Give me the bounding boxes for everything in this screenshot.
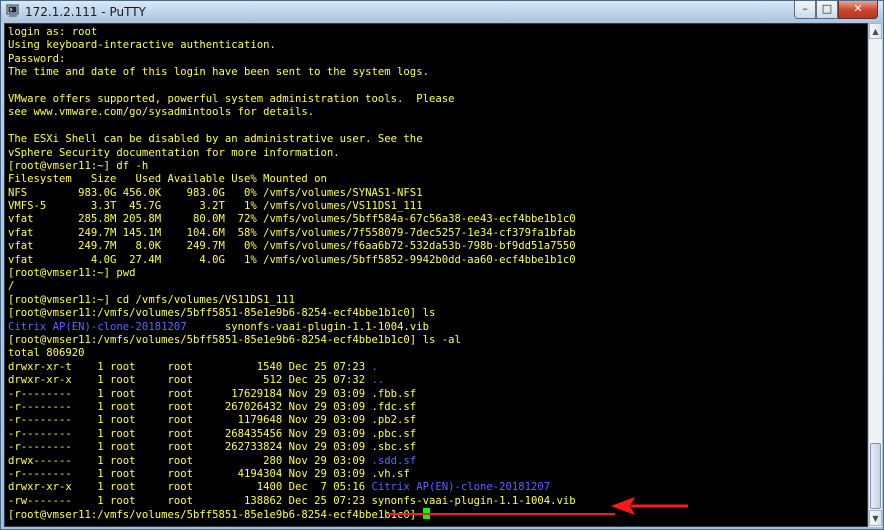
terminal-line: [root@vmser11:~] df -h <box>8 160 576 173</box>
terminal-line-text: VMware offers supported, powerful system… <box>8 92 455 105</box>
terminal-line: The ESXi Shell can be disabled by an adm… <box>8 133 576 146</box>
terminal-line: drwxr-xr-x 1 root root 1400 Dec 7 05:16 … <box>8 481 576 494</box>
title-bar[interactable]: 172.1.2.111 - PuTTY – □ ✕ <box>1 1 883 23</box>
terminal-line-text: Password: <box>8 52 66 65</box>
terminal-line-text: -rw------- 1 root root 138862 Dec 25 07:… <box>8 494 576 507</box>
terminal-line-text: -r-------- 1 root root 262733824 Nov 29 … <box>8 441 417 454</box>
terminal-line-text: VMFS-5 3.3T 45.7G 3.2T 1% /vmfs/volumes/… <box>8 200 423 213</box>
terminal-line-text: NFS 983.0G 456.0K 983.0G 0% /vmfs/volume… <box>8 186 423 199</box>
terminal-line: drwxr-xr-t 1 root root 1540 Dec 25 07:23… <box>8 361 576 374</box>
terminal-line-text: Using keyboard-interactive authenticatio… <box>8 39 276 52</box>
maximize-button[interactable]: □ <box>816 1 838 19</box>
terminal-line: vfat 249.7M 8.0K 249.7M 0% /vmfs/volumes… <box>8 240 576 253</box>
terminal-line-text: drwx------ 1 root root 280 Nov 29 03:09 <box>8 454 372 467</box>
terminal-line-text: vSphere Security documentation for more … <box>8 146 340 159</box>
terminal-line-text: [root@vmser11:~] df -h <box>8 159 149 172</box>
terminal-line-text: vfat 249.7M 145.1M 104.6M 58% /vmfs/volu… <box>8 226 576 239</box>
terminal-line: total 806920 <box>8 347 576 360</box>
terminal-line: / <box>8 280 576 293</box>
vertical-scrollbar[interactable]: ▲ ▼ <box>868 23 882 527</box>
terminal-line: -r-------- 1 root root 4194304 Nov 29 03… <box>8 468 576 481</box>
window-title: 172.1.2.111 - PuTTY <box>25 5 146 19</box>
terminal-line-text: [root@vmser11:/vmfs/volumes/5bff5851-85e… <box>8 509 423 522</box>
terminal-line: -r-------- 1 root root 262733824 Nov 29 … <box>8 441 576 454</box>
terminal-line: see www.vmware.com/go/sysadmintools for … <box>8 106 576 119</box>
terminal-line: [root@vmser11:/vmfs/volumes/5bff5851-85e… <box>8 307 576 320</box>
red-arrow-annotation <box>611 497 688 515</box>
terminal-line-text: drwxr-xr-x 1 root root 512 Dec 25 07:32 <box>8 374 372 387</box>
terminal-line: The time and date of this login have bee… <box>8 66 576 79</box>
terminal-line: VMFS-5 3.3T 45.7G 3.2T 1% /vmfs/volumes/… <box>8 200 576 213</box>
terminal-line-text: -r-------- 1 root root 17629184 Nov 29 0… <box>8 387 417 400</box>
terminal-line-text: The ESXi Shell can be disabled by an adm… <box>8 133 423 146</box>
terminal-line: -r-------- 1 root root 1179648 Nov 29 03… <box>8 414 576 427</box>
terminal-line: -r-------- 1 root root 268435456 Nov 29 … <box>8 428 576 441</box>
terminal-line: -rw------- 1 root root 138862 Dec 25 07:… <box>8 495 576 508</box>
terminal-line: [root@vmser11:~] pwd <box>8 267 576 280</box>
scroll-down-button[interactable]: ▼ <box>869 510 882 526</box>
terminal-line-text: see www.vmware.com/go/sysadmintools for … <box>8 106 315 119</box>
terminal-line: -r-------- 1 root root 17629184 Nov 29 0… <box>8 388 576 401</box>
terminal-line: vfat 285.8M 205.8M 80.0M 72% /vmfs/volum… <box>8 213 576 226</box>
terminal-line: drwxr-xr-x 1 root root 512 Dec 25 07:32 … <box>8 374 576 387</box>
terminal-line: [root@vmser11:~] cd /vmfs/volumes/VS11DS… <box>8 294 576 307</box>
terminal-line-text: total 806920 <box>8 347 85 360</box>
terminal-line-text: -r-------- 1 root root 1179648 Nov 29 03… <box>8 414 417 427</box>
terminal-line: Citrix AP(EN)-clone-20181207 synonfs-vaa… <box>8 321 576 334</box>
terminal-line: [root@vmser11:/vmfs/volumes/5bff5851-85e… <box>8 334 576 347</box>
terminal-line: vfat 249.7M 145.1M 104.6M 58% /vmfs/volu… <box>8 227 576 240</box>
terminal-line: NFS 983.0G 456.0K 983.0G 0% /vmfs/volume… <box>8 187 576 200</box>
terminal-line: Password: <box>8 53 576 66</box>
terminal-line-text: -r-------- 1 root root 268435456 Nov 29 … <box>8 427 417 440</box>
terminal-line: drwx------ 1 root root 280 Nov 29 03:09 … <box>8 455 576 468</box>
directory-name: . <box>371 360 378 373</box>
terminal-line-text: [root@vmser11:/vmfs/volumes/5bff5851-85e… <box>8 307 436 320</box>
directory-name: Citrix AP(EN)-clone-20181207 <box>8 320 187 333</box>
terminal-line: vSphere Security documentation for more … <box>8 147 576 160</box>
close-button[interactable]: ✕ <box>838 1 878 19</box>
terminal-line-text: vfat 249.7M 8.0K 249.7M 0% /vmfs/volumes… <box>8 240 576 253</box>
terminal-line-text: login as: root <box>8 26 98 38</box>
highlight-underline <box>387 513 615 515</box>
terminal-line-text: synonfs-vaai-plugin-1.1-1004.vib <box>186 320 429 333</box>
terminal-line-text: [root@vmser11:~] pwd <box>8 267 136 280</box>
terminal-line-text: [root@vmser11:/vmfs/volumes/5bff5851-85e… <box>8 333 461 346</box>
directory-name: .. <box>371 374 385 387</box>
terminal-line-text: vfat 4.0G 27.4M 4.0G 1% /vmfs/volumes/5b… <box>8 253 576 266</box>
terminal-line: -r-------- 1 root root 267026432 Nov 29 … <box>8 401 576 414</box>
minimize-button[interactable]: – <box>794 1 816 19</box>
terminal-line-text: vfat 285.8M 205.8M 80.0M 72% /vmfs/volum… <box>8 213 576 226</box>
terminal-line-text: drwxr-xr-x 1 root root 1400 Dec 7 05:16 <box>8 481 372 494</box>
terminal-area[interactable]: login as: root Using keyboard-interactive… <box>4 23 868 527</box>
terminal-line: Filesystem Size Used Available Use% Moun… <box>8 173 576 186</box>
terminal-line-text: / <box>8 280 15 293</box>
putty-window: 172.1.2.111 - PuTTY – □ ✕ login as: root… <box>0 0 884 530</box>
directory-name: Citrix AP(EN)-clone-20181207 <box>371 481 551 494</box>
terminal-line-text: -r-------- 1 root root 267026432 Nov 29 … <box>8 400 417 413</box>
terminal-output: login as: root Using keyboard-interactive… <box>8 26 576 521</box>
terminal-line: VMware offers supported, powerful system… <box>8 93 576 106</box>
terminal-line-text: Filesystem Size Used Available Use% Moun… <box>8 173 327 186</box>
terminal-line-text: drwxr-xr-t 1 root root 1540 Dec 25 07:23 <box>8 360 372 373</box>
putty-terminal-icon <box>6 4 19 17</box>
terminal-line: login as: root <box>8 26 576 39</box>
directory-name: .sdd.sf <box>371 454 417 467</box>
terminal-line-text: -r-------- 1 root root 4194304 Nov 29 03… <box>8 467 410 480</box>
terminal-line-text: The time and date of this login have bee… <box>8 66 429 79</box>
scroll-thumb[interactable] <box>870 443 881 509</box>
scroll-up-button[interactable]: ▲ <box>869 23 882 39</box>
terminal-line: vfat 4.0G 27.4M 4.0G 1% /vmfs/volumes/5b… <box>8 254 576 267</box>
terminal-line: Using keyboard-interactive authenticatio… <box>8 39 576 52</box>
terminal-line-text: [root@vmser11:~] cd /vmfs/volumes/VS11DS… <box>8 293 296 306</box>
